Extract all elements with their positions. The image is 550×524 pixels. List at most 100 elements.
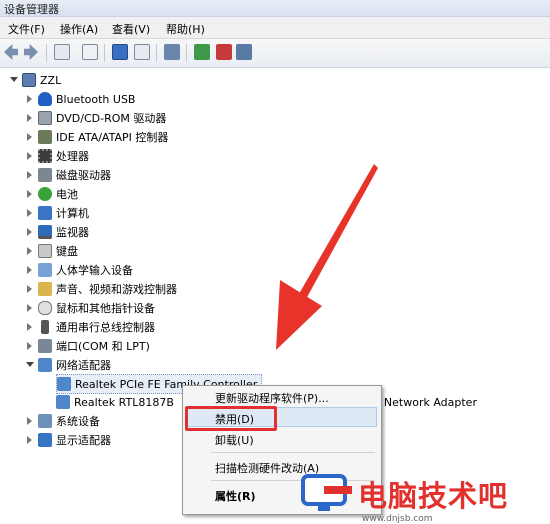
tree-root[interactable]: ZZL xyxy=(10,71,61,89)
tree-item-ide[interactable]: IDE ATA/ATAPI 控制器 xyxy=(26,128,168,146)
tree-item-label-suffix: Network Adapter xyxy=(383,395,477,409)
menu-file[interactable]: 文件(F) xyxy=(8,21,45,37)
tree-item-label: 系统设备 xyxy=(56,415,100,428)
sound-icon xyxy=(38,282,52,296)
forward-icon[interactable] xyxy=(24,44,38,60)
tree-item-processor[interactable]: 处理器 xyxy=(26,147,89,165)
properties-page-icon[interactable] xyxy=(82,44,98,60)
menu-item-update-driver[interactable]: 更新驱动程序软件(P)... xyxy=(215,390,329,406)
tree-item-ports[interactable]: 端口(COM 和 LPT) xyxy=(26,337,150,355)
tree-item-label: DVD/CD-ROM 驱动器 xyxy=(56,112,167,125)
tree-item-keyboard[interactable]: 键盘 xyxy=(26,242,78,260)
tree-item-label: 网络适配器 xyxy=(56,359,111,372)
tree-item-bluetooth[interactable]: Bluetooth USB xyxy=(26,90,135,108)
tree-item-display[interactable]: 显示适配器 xyxy=(26,431,111,449)
scan-hardware-icon[interactable] xyxy=(164,44,180,60)
collapse-icon[interactable] xyxy=(26,361,34,369)
network-card-icon xyxy=(56,395,70,409)
tree-item-label: 鼠标和其他指针设备 xyxy=(56,302,155,315)
help-icon[interactable] xyxy=(112,44,128,60)
highlight-box xyxy=(185,406,277,431)
bluetooth-icon xyxy=(38,92,52,106)
view-icon[interactable] xyxy=(134,44,150,60)
tree-item-dvd[interactable]: DVD/CD-ROM 驱动器 xyxy=(26,109,166,127)
tree-item-hid[interactable]: 人体学输入设备 xyxy=(26,261,133,279)
arrow-head xyxy=(276,280,322,350)
port-icon xyxy=(38,339,52,353)
expand-icon[interactable] xyxy=(26,114,34,122)
tree-item-system[interactable]: 系统设备 xyxy=(26,412,100,430)
watermark: 电脑技术吧 www.dnjsb.com xyxy=(296,470,550,524)
toolbar-separator xyxy=(104,44,105,62)
hid-icon xyxy=(38,263,52,277)
network-card-icon xyxy=(57,377,71,391)
tree-item-label: 监视器 xyxy=(56,226,89,239)
menu-item-uninstall[interactable]: 卸载(U) xyxy=(215,432,254,448)
tree-item-monitor[interactable]: 监视器 xyxy=(26,223,89,241)
tree-item-label: 人体学输入设备 xyxy=(56,264,133,277)
collapse-icon[interactable] xyxy=(10,76,18,84)
expand-icon[interactable] xyxy=(26,171,34,179)
expand-icon[interactable] xyxy=(26,342,34,350)
expand-icon[interactable] xyxy=(26,323,34,331)
expand-icon[interactable] xyxy=(26,247,34,255)
mouse-icon xyxy=(38,301,52,315)
brand-name: 电脑技术吧 xyxy=(358,479,509,513)
computer-icon xyxy=(22,73,36,87)
system-device-icon xyxy=(38,414,52,428)
menu-separator xyxy=(211,452,375,453)
expand-icon[interactable] xyxy=(26,285,34,293)
toolbar-separator xyxy=(46,44,47,62)
tree-item-network[interactable]: 网络适配器 xyxy=(26,356,111,374)
tree-item-disk[interactable]: 磁盘驱动器 xyxy=(26,166,111,184)
expand-icon[interactable] xyxy=(26,152,34,160)
menu-help[interactable]: 帮助(H) xyxy=(166,21,205,37)
expand-icon[interactable] xyxy=(26,95,34,103)
keyboard-icon xyxy=(38,244,52,258)
expand-icon[interactable] xyxy=(26,266,34,274)
tree-root-label: ZZL xyxy=(40,73,62,87)
expand-icon[interactable] xyxy=(26,304,34,312)
toolbar-separator xyxy=(156,44,157,62)
tree-item-battery[interactable]: 电池 xyxy=(26,185,78,203)
tree-item-label: 磁盘驱动器 xyxy=(56,169,111,182)
usb-icon xyxy=(41,320,49,334)
tree-item-label: 电池 xyxy=(56,188,78,201)
disable-device-icon[interactable] xyxy=(236,44,252,60)
tree-item-label: IDE ATA/ATAPI 控制器 xyxy=(56,131,169,144)
brand-logo-icon xyxy=(301,474,352,511)
display-adapter-icon xyxy=(38,433,52,447)
expand-icon[interactable] xyxy=(26,190,34,198)
tree-item-label: Realtek RTL8187B xyxy=(74,395,174,409)
tree-item-computer[interactable]: 计算机 xyxy=(26,204,89,222)
disk-drive-icon xyxy=(38,168,52,182)
tree-item-label: 计算机 xyxy=(56,207,89,220)
menu-view[interactable]: 查看(V) xyxy=(112,21,150,37)
tree-item-sound[interactable]: 声音、视频和游戏控制器 xyxy=(26,280,177,298)
ide-controller-icon xyxy=(38,130,52,144)
menu-item-properties[interactable]: 属性(R) xyxy=(215,488,256,504)
expand-icon[interactable] xyxy=(26,133,34,141)
battery-icon xyxy=(38,187,52,201)
tree-item-label: 处理器 xyxy=(56,150,89,163)
title-bar: 设备管理器 xyxy=(0,0,550,17)
expand-icon[interactable] xyxy=(26,228,34,236)
expand-icon[interactable] xyxy=(26,209,34,217)
menu-action[interactable]: 操作(A) xyxy=(60,21,98,37)
dvd-drive-icon xyxy=(38,111,52,125)
annotation-arrow xyxy=(276,164,378,350)
processor-icon xyxy=(38,149,52,163)
back-icon[interactable] xyxy=(4,44,18,60)
tree-item-usb[interactable]: 通用串行总线控制器 xyxy=(26,318,155,336)
window-title: 设备管理器 xyxy=(4,3,59,16)
tree-item-label: Bluetooth USB xyxy=(56,92,136,106)
toolbar xyxy=(0,39,550,68)
tree-item-mouse[interactable]: 鼠标和其他指针设备 xyxy=(26,299,155,317)
expand-icon[interactable] xyxy=(26,436,34,444)
expand-icon[interactable] xyxy=(26,417,34,425)
update-driver-icon[interactable] xyxy=(194,44,210,60)
tree-item-label: 显示适配器 xyxy=(56,434,111,447)
show-hide-console-tree-icon[interactable] xyxy=(54,44,70,60)
uninstall-icon[interactable] xyxy=(216,44,232,60)
monitor-icon xyxy=(38,225,52,239)
